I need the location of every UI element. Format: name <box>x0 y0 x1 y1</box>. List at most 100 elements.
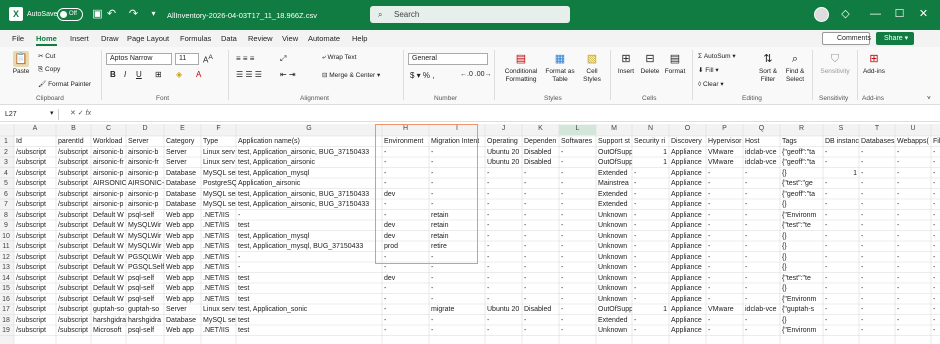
row-header[interactable]: 14 <box>0 273 12 284</box>
cell[interactable]: /subscript <box>14 157 56 168</box>
column-header-q[interactable]: Q <box>743 125 780 135</box>
cell[interactable]: - <box>743 178 780 189</box>
column-header-v[interactable]: V <box>931 125 940 135</box>
decimal-icon[interactable]: ←.0 .00→ <box>460 71 492 78</box>
cell[interactable]: Linux serv <box>201 157 236 168</box>
cell[interactable]: - <box>895 231 931 242</box>
cell[interactable]: - <box>522 262 559 273</box>
cell[interactable]: - <box>931 304 940 315</box>
cell[interactable]: - <box>522 220 559 231</box>
cell[interactable]: Server <box>164 157 201 168</box>
wrap-text-button[interactable]: ⤶ Wrap Text <box>322 54 356 62</box>
fx-icon[interactable]: ✕ ✓ fx <box>70 109 91 117</box>
cell[interactable]: - <box>485 210 522 221</box>
cell[interactable]: - <box>632 220 669 231</box>
cell[interactable]: - <box>706 178 743 189</box>
cell-styles-button[interactable]: ▧ Cell Styles <box>578 51 606 84</box>
cell[interactable]: - <box>743 294 780 305</box>
cell[interactable]: {"Environm <box>780 325 823 336</box>
cell[interactable]: test, Application_mysql <box>236 168 382 179</box>
cell[interactable]: - <box>743 199 780 210</box>
cell[interactable]: Appliance <box>669 147 706 158</box>
cell[interactable]: test <box>236 315 382 326</box>
cell[interactable]: {} <box>780 252 823 263</box>
cell[interactable]: - <box>859 262 895 273</box>
row-header[interactable]: 6 <box>0 189 12 200</box>
cell[interactable]: - <box>559 252 596 263</box>
cell[interactable]: AIRSONIC- <box>91 178 126 189</box>
cell[interactable]: - <box>743 189 780 200</box>
column-header-j[interactable]: J <box>485 125 522 135</box>
cell[interactable]: - <box>823 199 859 210</box>
cell[interactable]: Extended <box>596 199 632 210</box>
borders-icon[interactable]: ⊞ <box>155 70 162 79</box>
cell[interactable]: test <box>236 273 382 284</box>
cell[interactable]: /subscript <box>56 315 91 326</box>
cell[interactable]: airsonic-p <box>126 189 164 200</box>
cell[interactable]: - <box>931 241 940 252</box>
cell[interactable]: - <box>895 315 931 326</box>
cell[interactable]: idclab-vce <box>743 147 780 158</box>
cell[interactable]: - <box>559 241 596 252</box>
column-header-h[interactable]: H <box>382 125 429 135</box>
column-header-n[interactable]: N <box>632 125 669 135</box>
cell[interactable]: OutOfSupp <box>596 304 632 315</box>
cell[interactable]: - <box>931 262 940 273</box>
cell[interactable]: {} <box>780 283 823 294</box>
redo-icon[interactable]: ↷ <box>126 6 141 21</box>
cell[interactable]: - <box>382 157 429 168</box>
cell[interactable]: /subscript <box>14 304 56 315</box>
cell[interactable]: - <box>485 315 522 326</box>
font-color-icon[interactable]: A <box>196 70 201 79</box>
cell[interactable]: /subscript <box>14 315 56 326</box>
cell[interactable]: - <box>485 241 522 252</box>
cell[interactable]: - <box>931 220 940 231</box>
cell[interactable]: Extended <box>596 315 632 326</box>
cell[interactable]: Appliance <box>669 252 706 263</box>
cell[interactable]: retain <box>429 210 485 221</box>
row-header[interactable]: 13 <box>0 262 12 273</box>
cell[interactable]: Workload <box>91 136 126 147</box>
cell[interactable]: Appliance <box>669 231 706 242</box>
cell[interactable]: - <box>743 273 780 284</box>
cell[interactable]: - <box>895 262 931 273</box>
cell[interactable]: - <box>859 252 895 263</box>
cell[interactable]: - <box>522 178 559 189</box>
cell[interactable]: - <box>823 262 859 273</box>
cell[interactable]: Default W <box>91 220 126 231</box>
align-left-icon[interactable]: ☰ ☰ ☰ <box>236 70 262 79</box>
cell[interactable]: - <box>429 178 485 189</box>
cell[interactable]: Web app <box>164 220 201 231</box>
cell[interactable]: Application name(s) <box>236 136 382 147</box>
cell[interactable]: Ubuntu 20 <box>485 157 522 168</box>
cell[interactable]: migrate <box>429 304 485 315</box>
cell[interactable]: /subscript <box>56 241 91 252</box>
cell[interactable]: /subscript <box>14 199 56 210</box>
cell[interactable]: /subscript <box>56 325 91 336</box>
column-header-b[interactable]: B <box>56 125 91 135</box>
cell[interactable]: - <box>895 304 931 315</box>
cell[interactable]: - <box>895 283 931 294</box>
cell[interactable]: Web app <box>164 273 201 284</box>
merge-center-button[interactable]: ⊟ Merge & Center ▾ <box>322 71 380 79</box>
cell[interactable]: 1 <box>632 304 669 315</box>
cell[interactable]: {} <box>780 199 823 210</box>
cell[interactable]: psql-self <box>126 283 164 294</box>
cell[interactable]: harshgidra <box>91 315 126 326</box>
cell[interactable]: /subscript <box>56 283 91 294</box>
cell[interactable]: /subscript <box>56 210 91 221</box>
cell[interactable]: Server <box>164 147 201 158</box>
cell[interactable]: MySQL ser <box>201 189 236 200</box>
cell[interactable]: Host <box>743 136 780 147</box>
tab-view[interactable]: View <box>282 34 298 43</box>
cell[interactable]: - <box>823 157 859 168</box>
row-header[interactable]: 16 <box>0 294 12 305</box>
cell[interactable]: - <box>706 210 743 221</box>
cell[interactable]: Webapps( <box>895 136 931 147</box>
column-header-g[interactable]: G <box>236 125 382 135</box>
column-header-d[interactable]: D <box>126 125 164 135</box>
cell[interactable]: - <box>522 168 559 179</box>
column-header-f[interactable]: F <box>201 125 236 135</box>
cell[interactable]: /subscript <box>56 168 91 179</box>
cell[interactable]: /subscript <box>56 157 91 168</box>
